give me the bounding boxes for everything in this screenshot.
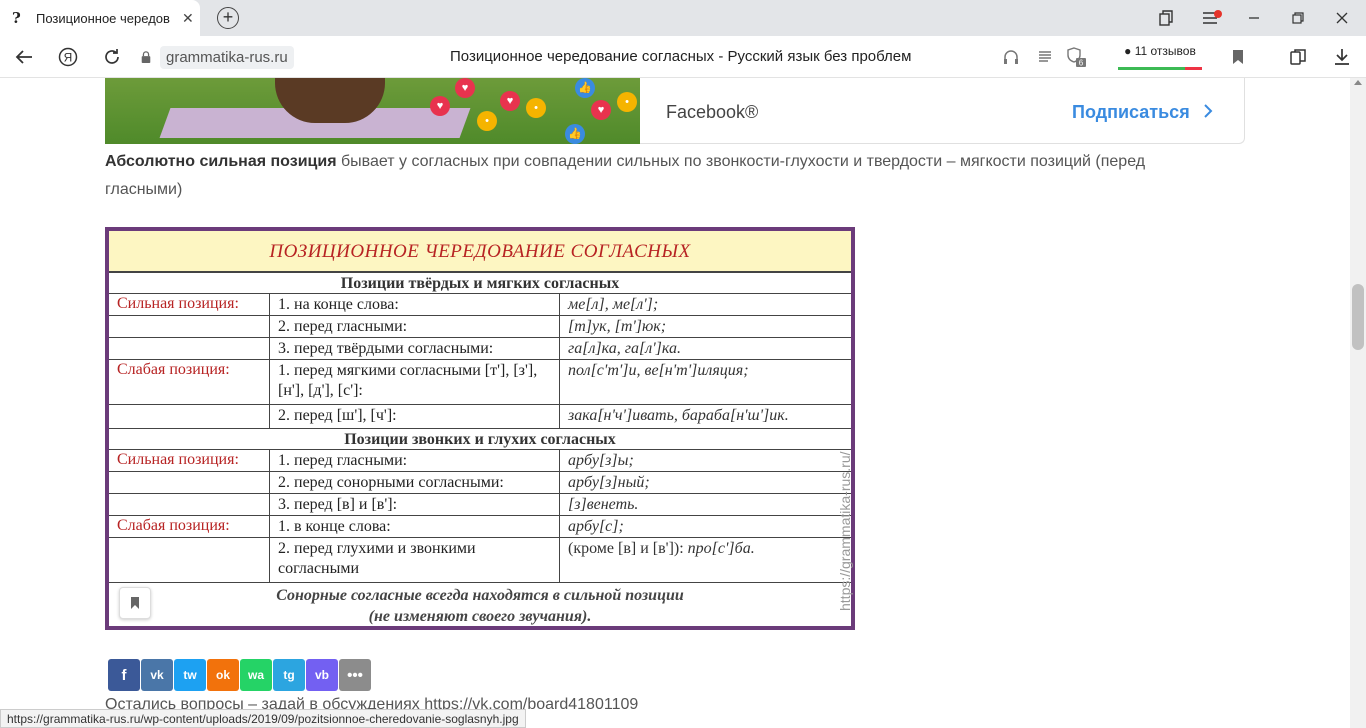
- table-row: Сильная позиция: 1. перед гласными: арбу…: [109, 450, 851, 472]
- facebook-brand: Facebook®: [666, 102, 759, 122]
- address-bar[interactable]: grammatika-rus.ru: [140, 44, 294, 70]
- favicon-icon: ?: [12, 9, 21, 27]
- consonant-table-image[interactable]: Позиционное чередование согласных Позици…: [105, 227, 855, 630]
- like-icon: 👍: [575, 78, 595, 98]
- heart-icon: ♥: [455, 78, 475, 98]
- reviews-count: 11 отзывов: [1134, 44, 1196, 58]
- notification-dot: [1214, 10, 1222, 18]
- menu-icon[interactable]: [1190, 0, 1230, 36]
- bookmark-icon[interactable]: [1224, 44, 1252, 70]
- close-tab-icon[interactable]: ✕: [182, 10, 194, 27]
- page-content: ♥ ♥ • ♥ • 👍 ♥ • 👍 Facebook® Подписаться …: [0, 78, 1350, 728]
- whatsapp-share-icon[interactable]: wa: [240, 659, 272, 691]
- section-voiced-voiceless: Позиции звонких и глухих согласных: [109, 429, 851, 450]
- tab-title: Позиционное чередов: [36, 10, 170, 26]
- heart-icon: ♥: [500, 91, 520, 111]
- page-title: Позиционное чередование согласных - Русс…: [450, 48, 912, 65]
- table-row: 3. перед твёрдыми согласными: га[л]ка, г…: [109, 338, 851, 360]
- navigation-bar: Я grammatika-rus.ru Позиционное чередова…: [0, 36, 1366, 78]
- table-row: 2. перед гласными: [т]ук, [т']юк;: [109, 316, 851, 338]
- chevron-right-icon: [1204, 104, 1213, 118]
- scrollbar[interactable]: [1350, 78, 1366, 728]
- twitter-share-icon[interactable]: tw: [174, 659, 206, 691]
- subscribe-link[interactable]: Подписаться: [1072, 102, 1213, 123]
- viber-share-icon[interactable]: vb: [306, 659, 338, 691]
- table-row: Слабая позиция: 1. перед мягкими согласн…: [109, 360, 851, 405]
- odnoklassniki-share-icon[interactable]: ok: [207, 659, 239, 691]
- browser-tab[interactable]: ? Позиционное чередов ✕: [0, 0, 200, 36]
- wow-emoji-icon: •: [477, 111, 497, 131]
- bookmark-icon: [131, 597, 139, 609]
- close-window-icon[interactable]: [1322, 0, 1362, 36]
- scroll-up-arrow-icon[interactable]: [1354, 80, 1362, 85]
- reviews-badge[interactable]: ● 11 отзывов: [1118, 44, 1202, 70]
- table-row: 2. перед глухими и звонкими согласными (…: [109, 538, 851, 583]
- svg-text:6: 6: [1079, 59, 1084, 68]
- table-row: 3. перед [в] и [в']: [з]венеть.: [109, 494, 851, 516]
- maximize-icon[interactable]: [1278, 0, 1318, 36]
- telegram-share-icon[interactable]: tg: [273, 659, 305, 691]
- reload-button[interactable]: [98, 44, 126, 70]
- table-row: 2. перед сонорными согласными: арбу[з]ны…: [109, 472, 851, 494]
- watermark: https://grammatika-rus.ru/: [837, 451, 853, 612]
- heart-icon: ♥: [430, 96, 450, 116]
- reader-mode-icon[interactable]: [1031, 44, 1059, 70]
- collections-icon[interactable]: [1146, 0, 1186, 36]
- facebook-share-icon[interactable]: f: [108, 659, 140, 691]
- lock-icon: [141, 51, 151, 63]
- wow-emoji-icon: •: [617, 92, 637, 112]
- like-icon: 👍: [565, 124, 585, 144]
- share-buttons: f vk tw ok wa tg vb •••: [108, 659, 371, 691]
- minimize-icon[interactable]: [1234, 0, 1274, 36]
- table-row: Сильная позиция: 1. на конце слова: ме[л…: [109, 294, 851, 316]
- facebook-card: Facebook® Подписаться: [640, 78, 1245, 144]
- headphones-icon[interactable]: [997, 44, 1025, 70]
- more-share-icon[interactable]: •••: [339, 659, 371, 691]
- table-row: 2. перед [ш'], [ч']: зака[н'ч']ивать, ба…: [109, 405, 851, 429]
- table-footnote: Сонорные согласные всегда находятся в си…: [276, 587, 684, 625]
- banner-image[interactable]: ♥ ♥ • ♥ • 👍 ♥ • 👍: [105, 78, 640, 144]
- collections-panel-icon[interactable]: [1284, 44, 1312, 70]
- laugh-emoji-icon: •: [526, 98, 546, 118]
- heart-icon: ♥: [591, 100, 611, 120]
- table-row: Слабая позиция: 1. в конце слова: арбу[с…: [109, 516, 851, 538]
- vk-share-icon[interactable]: vk: [141, 659, 173, 691]
- scrollbar-thumb[interactable]: [1352, 284, 1364, 350]
- download-icon[interactable]: [1328, 44, 1356, 70]
- section-hard-soft: Позиции твёрдых и мягких согласных: [109, 273, 851, 294]
- url-text[interactable]: grammatika-rus.ru: [160, 45, 294, 69]
- svg-text:Я: Я: [64, 51, 73, 65]
- table-title: Позиционное чередование согласных: [109, 231, 851, 273]
- new-tab-button[interactable]: +: [217, 7, 239, 29]
- rating-bar: [1118, 67, 1202, 70]
- yandex-icon[interactable]: Я: [54, 44, 82, 70]
- back-button[interactable]: [10, 44, 38, 70]
- status-url: https://grammatika-rus.ru/wp-content/upl…: [0, 709, 526, 728]
- tab-bar: ? Позиционное чередов ✕ +: [0, 0, 1366, 36]
- strong-position-paragraph: Абсолютно сильная позиция бывает у согла…: [105, 153, 1146, 198]
- protect-icon[interactable]: 6: [1062, 44, 1090, 70]
- save-image-button[interactable]: [119, 587, 151, 619]
- comment-icon: ●: [1124, 44, 1132, 58]
